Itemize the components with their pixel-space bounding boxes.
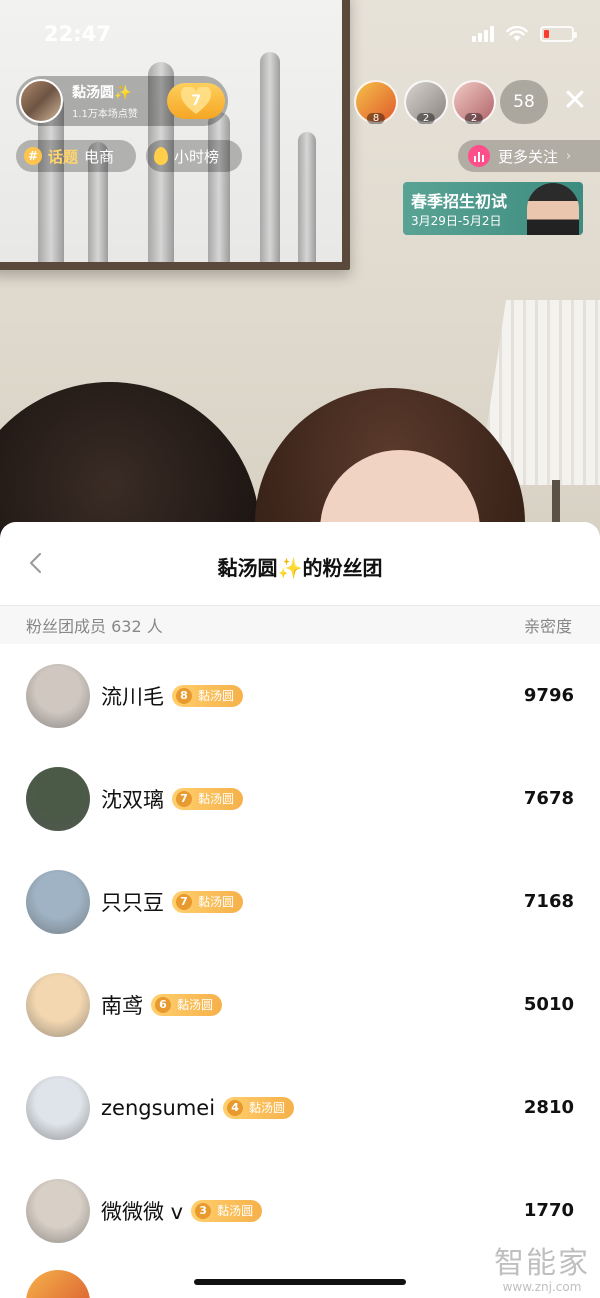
fan-badge: 4 黏汤圆	[223, 1096, 295, 1119]
member-row[interactable]: zengsumei 4 黏汤圆 2810	[0, 1056, 600, 1159]
ranking-bars-icon	[468, 145, 490, 167]
fan-level-icon: 7	[176, 893, 192, 910]
promo-banner[interactable]: 春季招生初试 3月29日-5月2日	[403, 182, 583, 235]
viewer-badge: 2	[464, 113, 484, 124]
battery-icon	[540, 26, 577, 42]
viewer-avatar-1[interactable]: 8	[354, 80, 398, 124]
fan-level-icon: 3	[195, 1202, 212, 1219]
member-avatar[interactable]	[26, 972, 90, 1037]
fan-level-icon: 4	[227, 1099, 244, 1116]
member-avatar[interactable]	[26, 766, 90, 831]
member-count: 粉丝团成员 632 人	[26, 617, 163, 636]
member-row[interactable]: 南鸢 6 黏汤圆 5010	[0, 953, 600, 1056]
fan-club-name: 黏汤圆	[198, 689, 235, 703]
fan-club-sheet: 黏汤圆✨的粉丝团 粉丝团成员 632 人 亲密度 流川毛 8 黏汤圆 9796 …	[0, 522, 600, 1298]
member-name: 沈双璃	[101, 787, 164, 812]
fan-level-icon: 8	[176, 687, 192, 704]
fan-level-icon: 7	[176, 790, 192, 807]
fan-badge: 8 黏汤圆	[172, 684, 244, 707]
fan-club-name: 黏汤圆	[217, 1204, 254, 1218]
member-name: 南鸢	[101, 993, 143, 1018]
banner-person-image	[527, 183, 579, 235]
member-name: 流川毛	[101, 684, 164, 709]
flame-icon	[154, 147, 168, 165]
fan-club-name: 黏汤圆	[198, 792, 235, 806]
more-follow-button[interactable]: 更多关注 ›	[458, 140, 600, 172]
sheet-header: 黏汤圆✨的粉丝团	[0, 522, 600, 606]
fan-badge: 6 黏汤圆	[151, 993, 223, 1016]
viewer-badge: 2	[416, 113, 436, 124]
watermark-url: www.znj.com	[502, 1280, 582, 1294]
intimacy-header: 亲密度	[523, 617, 572, 636]
viewer-badge: 8	[366, 113, 386, 124]
chevron-right-icon: ›	[566, 148, 572, 164]
fan-club-name: 黏汤圆	[249, 1101, 286, 1115]
watermark: 智能家 www.znj.com	[494, 1238, 590, 1294]
intimacy-score: 5010	[523, 994, 574, 1015]
intimacy-score: 1770	[523, 1200, 574, 1221]
viewer-avatar-3[interactable]: 2	[452, 80, 496, 124]
more-follow-label: 更多关注	[498, 147, 559, 166]
member-list: 流川毛 8 黏汤圆 9796 沈双璃 7 黏汤圆 7678 只只豆 7 黏汤圆 …	[0, 644, 600, 1298]
fan-club-button[interactable]: 7	[167, 83, 225, 119]
member-row[interactable]: 只只豆 7 黏汤圆 7168	[0, 850, 600, 953]
streamer-avatar[interactable]	[19, 79, 63, 123]
member-avatar[interactable]	[26, 1075, 90, 1140]
intimacy-score: 7678	[523, 788, 574, 809]
member-avatar[interactable]	[26, 1178, 90, 1243]
member-row[interactable]: 沈双璃 7 黏汤圆 7678	[0, 747, 600, 850]
fan-level: 7	[191, 93, 202, 109]
banner-title: 春季招生初试	[411, 192, 508, 211]
fan-club-name: 黏汤圆	[198, 895, 235, 909]
viewer-avatar-2[interactable]: 2	[404, 80, 448, 124]
member-avatar[interactable]	[26, 663, 90, 728]
hashtag-icon: #	[24, 147, 42, 165]
wifi-icon	[506, 26, 528, 41]
fan-badge: 7 黏汤圆	[172, 787, 244, 810]
member-summary-bar: 粉丝团成员 632 人 亲密度	[0, 606, 600, 644]
topic-prefix: 话题	[48, 147, 79, 166]
member-name: 微微微 v	[101, 1199, 184, 1224]
member-avatar[interactable]	[26, 1270, 90, 1298]
streamer-name: 黏汤圆✨	[72, 85, 132, 101]
hourly-rank-label: 小时榜	[174, 147, 220, 166]
topic-tag[interactable]: # 话题 电商	[16, 140, 136, 172]
member-row[interactable]: 流川毛 8 黏汤圆 9796	[0, 644, 600, 747]
status-icons	[472, 26, 577, 42]
member-name: zengsumei	[101, 1095, 216, 1120]
fan-level-icon: 6	[155, 996, 171, 1013]
sheet-title: 黏汤圆✨的粉丝团	[217, 556, 383, 580]
topic-name: 电商	[84, 147, 115, 166]
home-indicator[interactable]	[194, 1279, 406, 1285]
hourly-rank-tag[interactable]: 小时榜	[146, 140, 242, 172]
intimacy-score: 7168	[523, 891, 574, 912]
fan-club-name: 黏汤圆	[177, 998, 214, 1012]
member-name: 只只豆	[101, 890, 164, 915]
viewer-count[interactable]: 58	[500, 80, 548, 124]
intimacy-score: 9796	[523, 685, 574, 706]
intimacy-score: 2810	[523, 1097, 574, 1118]
streamer-info[interactable]: 黏汤圆✨ 1.1万本场点赞 7	[16, 76, 228, 126]
banner-date: 3月29日-5月2日	[411, 214, 502, 228]
fan-badge: 3 黏汤圆	[191, 1199, 263, 1222]
member-avatar[interactable]	[26, 869, 90, 934]
cellular-signal-icon	[472, 26, 494, 42]
close-icon[interactable]: ✕	[560, 86, 590, 116]
streamer-likes: 1.1万本场点赞	[72, 109, 138, 120]
watermark-brand: 智能家	[494, 1246, 590, 1281]
fan-badge: 7 黏汤圆	[172, 890, 244, 913]
status-time: 22:47	[44, 22, 111, 46]
